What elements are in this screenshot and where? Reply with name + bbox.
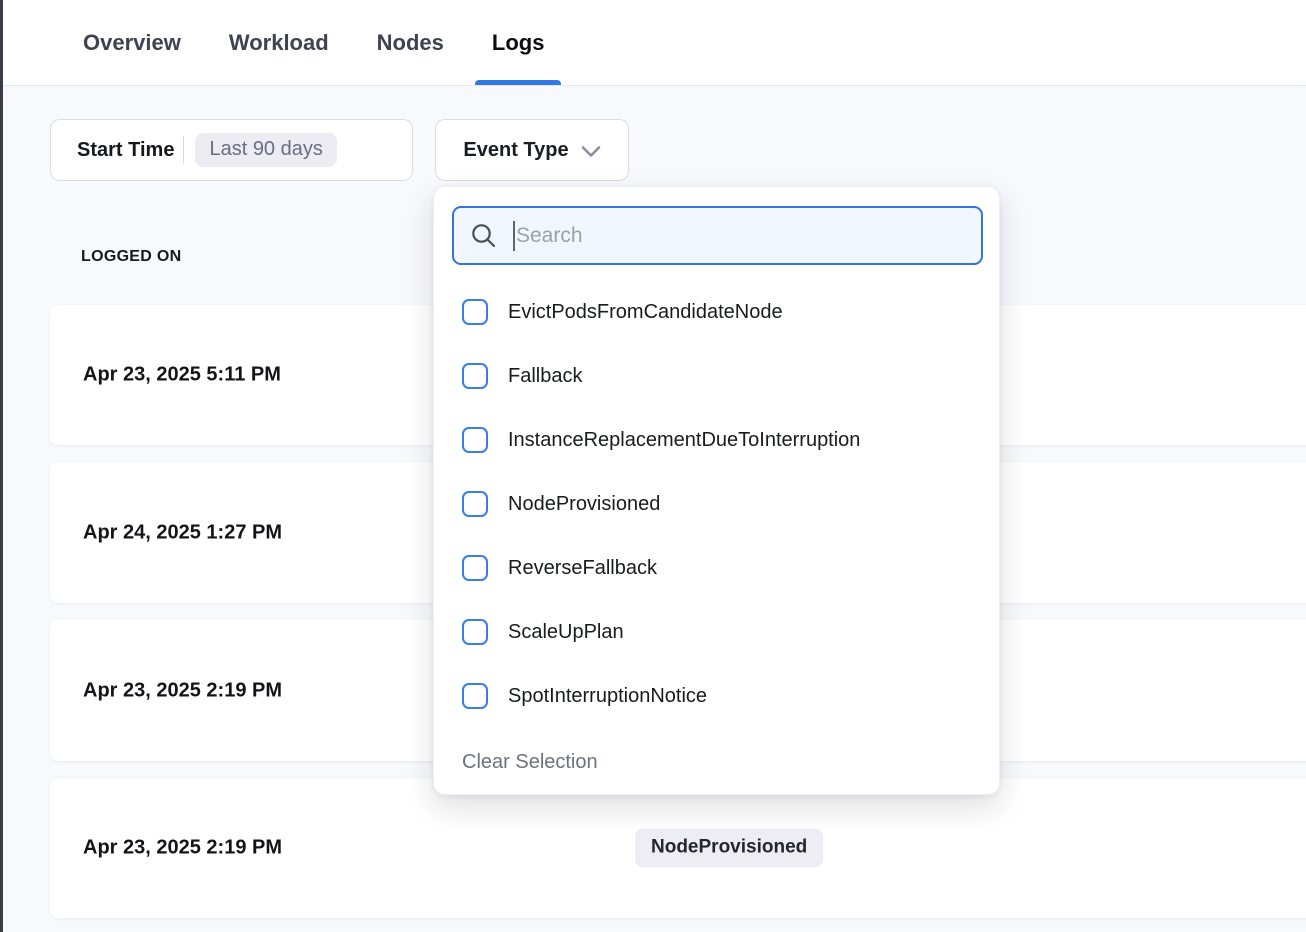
- tab-overview[interactable]: Overview: [83, 0, 181, 85]
- search-icon: [470, 222, 497, 249]
- option-checkbox[interactable]: [462, 619, 488, 645]
- tab-workload[interactable]: Workload: [229, 0, 329, 85]
- option-instancereplacementduetointerruption[interactable]: InstanceReplacementDueToInterruption: [434, 408, 999, 472]
- option-checkbox[interactable]: [462, 491, 488, 517]
- log-date: Apr 23, 2025 2:19 PM: [83, 837, 282, 860]
- option-checkbox[interactable]: [462, 299, 488, 325]
- tab-nodes[interactable]: Nodes: [377, 0, 444, 85]
- event-type-filter-button[interactable]: Event Type: [435, 119, 629, 181]
- filter-divider: [183, 136, 184, 164]
- start-time-filter-value: Last 90 days: [195, 133, 336, 167]
- option-evictpodsfromcandidatenode[interactable]: EvictPodsFromCandidateNode: [434, 280, 999, 344]
- tab-logs-label: Logs: [492, 30, 545, 56]
- log-date: Apr 24, 2025 1:27 PM: [83, 521, 282, 544]
- column-header-logged-on: LOGGED ON: [81, 248, 181, 266]
- event-type-dropdown-panel: EvictPodsFromCandidateNode Fallback Inst…: [433, 186, 1000, 795]
- option-label: ScaleUpPlan: [508, 621, 624, 644]
- chevron-down-icon: [581, 145, 601, 158]
- log-date: Apr 23, 2025 2:19 PM: [83, 679, 282, 702]
- clear-selection-button[interactable]: Clear Selection: [434, 740, 999, 784]
- tab-nodes-label: Nodes: [377, 30, 444, 56]
- option-fallback[interactable]: Fallback: [434, 344, 999, 408]
- option-nodeprovisioned[interactable]: NodeProvisioned: [434, 472, 999, 536]
- event-type-filter-label: Event Type: [463, 139, 568, 162]
- tab-bar: Overview Workload Nodes Logs: [0, 0, 1306, 86]
- dropdown-search-input[interactable]: [516, 224, 936, 248]
- active-tab-underline: [475, 80, 562, 85]
- log-date: Apr 23, 2025 5:11 PM: [83, 364, 281, 387]
- start-time-filter-button[interactable]: Start Time Last 90 days: [50, 119, 413, 181]
- event-type-options-list: EvictPodsFromCandidateNode Fallback Inst…: [434, 266, 999, 784]
- start-time-filter-label: Start Time: [77, 139, 174, 162]
- text-caret: [513, 221, 515, 251]
- option-checkbox[interactable]: [462, 427, 488, 453]
- option-checkbox[interactable]: [462, 363, 488, 389]
- option-label: InstanceReplacementDueToInterruption: [508, 429, 860, 452]
- option-label: SpotInterruptionNotice: [508, 685, 707, 708]
- dropdown-search-box: [452, 206, 983, 265]
- option-label: EvictPodsFromCandidateNode: [508, 301, 783, 324]
- option-scaleupplan[interactable]: ScaleUpPlan: [434, 600, 999, 664]
- event-type-badge: NodeProvisioned: [635, 829, 823, 868]
- tab-overview-label: Overview: [83, 30, 181, 56]
- tab-logs[interactable]: Logs: [475, 0, 562, 85]
- option-label: NodeProvisioned: [508, 493, 660, 516]
- option-label: Fallback: [508, 365, 582, 388]
- option-checkbox[interactable]: [462, 683, 488, 709]
- option-checkbox[interactable]: [462, 555, 488, 581]
- window-left-border: [0, 0, 3, 932]
- option-label: ReverseFallback: [508, 557, 657, 580]
- option-reversefallback[interactable]: ReverseFallback: [434, 536, 999, 600]
- log-row[interactable]: Apr 23, 2025 2:19 PM NodeProvisioned: [50, 778, 1306, 918]
- logs-page: Overview Workload Nodes Logs Start Time …: [0, 0, 1306, 932]
- option-spotinterruptionnotice[interactable]: SpotInterruptionNotice: [434, 664, 999, 728]
- tab-workload-label: Workload: [229, 30, 329, 56]
